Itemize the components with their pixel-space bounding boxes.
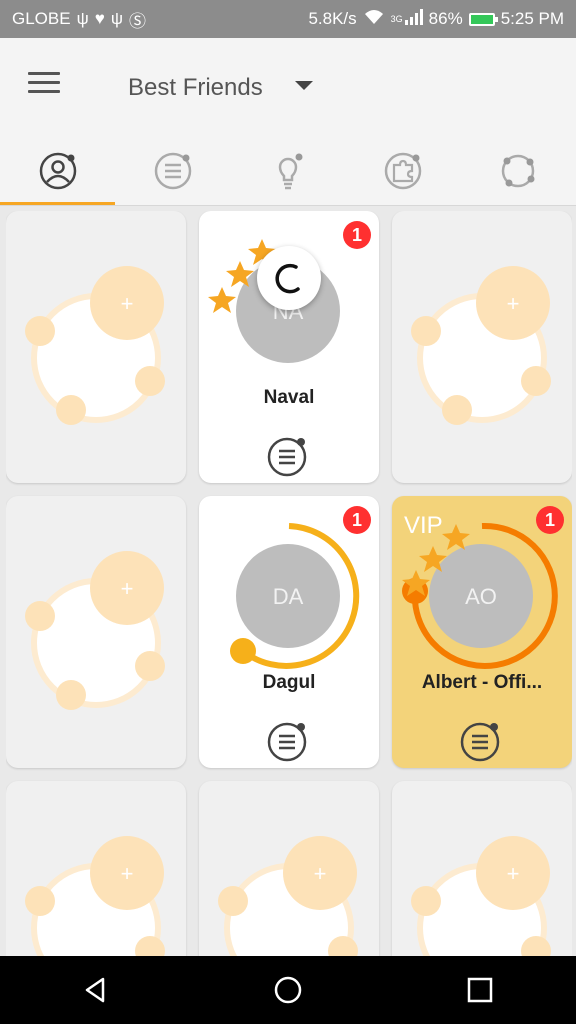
- tab-bar: [0, 136, 576, 206]
- group-selector-label[interactable]: Best Friends: [128, 74, 263, 102]
- signal-icon: [404, 8, 423, 30]
- tab-ideas[interactable]: [230, 136, 345, 206]
- hamburger-menu-icon[interactable]: [28, 72, 60, 94]
- star-icon: [208, 287, 236, 313]
- network-icon: [502, 154, 535, 188]
- wifi-icon: [363, 9, 385, 30]
- empty-slot-art: +: [218, 836, 358, 956]
- friend-card-albert-vip[interactable]: AO VIP 1 Albert - Offi...: [392, 496, 572, 768]
- app-bar: Best Friends: [0, 38, 576, 136]
- person-icon: [39, 152, 76, 190]
- tab-friends[interactable]: [0, 136, 116, 206]
- add-friend-icon[interactable]: +: [121, 291, 134, 316]
- tabs-divider: [0, 205, 576, 206]
- add-friend-icon[interactable]: +: [314, 861, 327, 886]
- usb-icon: ψ: [76, 9, 89, 28]
- add-friend-icon[interactable]: +: [121, 576, 134, 601]
- avatar-initials: DA: [273, 584, 304, 609]
- clock: 5:25 PM: [500, 9, 564, 28]
- notification-badge: 1: [343, 506, 371, 534]
- friend-name: Naval: [263, 387, 315, 408]
- card-menu-icon[interactable]: [460, 720, 502, 762]
- add-friend-icon[interactable]: +: [121, 861, 134, 886]
- avatar-initials: AO: [465, 584, 497, 609]
- carrier-name: GLOBE: [12, 9, 71, 28]
- empty-slot-art: +: [411, 266, 551, 425]
- empty-slot-card[interactable]: +: [392, 781, 572, 956]
- progress-knob: [230, 638, 256, 664]
- notification-badge: 1: [536, 506, 564, 534]
- empty-slot-card[interactable]: +: [392, 211, 572, 483]
- lightbulb-icon: [278, 153, 303, 190]
- health-icon: ♥: [94, 9, 105, 28]
- home-icon[interactable]: [271, 973, 305, 1007]
- tab-network[interactable]: [461, 136, 576, 206]
- tab-puzzle[interactable]: [346, 136, 461, 206]
- usb-icon: ψ: [110, 9, 123, 28]
- status-right: 5.8K/s 3G 86% 5:25 PM: [308, 8, 564, 30]
- empty-slot-art: +: [25, 551, 165, 710]
- status-left: GLOBE ψ ♥ ψ Ⓢ: [12, 7, 146, 32]
- card-menu-icon[interactable]: [267, 720, 309, 762]
- tab-list[interactable]: [115, 136, 230, 206]
- empty-slot-card[interactable]: +: [6, 496, 186, 768]
- empty-slot-card[interactable]: +: [199, 781, 379, 956]
- battery-percent: 86%: [428, 9, 463, 28]
- add-friend-icon[interactable]: +: [507, 861, 520, 886]
- spinner-icon: [275, 263, 300, 294]
- friend-name: Dagul: [262, 672, 316, 693]
- card-menu-icon[interactable]: [267, 435, 309, 477]
- loading-spinner: [257, 246, 321, 310]
- battery-icon: [468, 12, 498, 26]
- puzzle-icon: [384, 152, 422, 190]
- skype-icon: Ⓢ: [128, 11, 146, 31]
- friend-name: Albert - Offi...: [421, 672, 543, 693]
- net-speed: 5.8K/s: [308, 9, 357, 28]
- friend-card-dagul[interactable]: DA 1 Dagul: [199, 496, 379, 768]
- empty-slot-card[interactable]: +: [6, 211, 186, 483]
- notification-badge: 1: [343, 221, 371, 249]
- vip-label: VIP: [404, 512, 443, 539]
- empty-slot-art: +: [25, 266, 165, 425]
- network-type: 3G: [390, 14, 403, 24]
- empty-slot-card[interactable]: +: [6, 781, 186, 956]
- recents-icon[interactable]: [463, 973, 497, 1007]
- friends-grid: + NA 1 Naval + + DA 1 Dagul AO VIP 1 Alb…: [6, 211, 572, 956]
- system-nav-bar: [0, 956, 576, 1024]
- empty-slot-art: +: [411, 836, 551, 956]
- empty-slot-art: +: [25, 836, 165, 956]
- star-icon: [442, 524, 470, 550]
- status-bar: GLOBE ψ ♥ ψ Ⓢ 5.8K/s 3G 86% 5:25 PM: [0, 0, 576, 38]
- caret-down-icon[interactable]: [295, 81, 313, 90]
- back-icon[interactable]: [79, 973, 113, 1007]
- list-icon: [154, 152, 192, 190]
- add-friend-icon[interactable]: +: [507, 291, 520, 316]
